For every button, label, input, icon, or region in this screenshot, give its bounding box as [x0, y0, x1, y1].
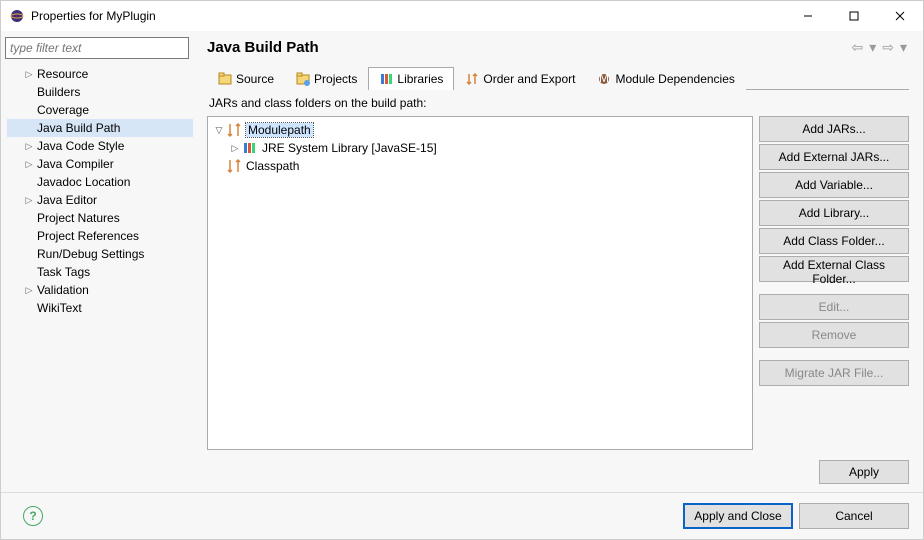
tab[interactable]: Source — [207, 67, 285, 90]
sidebar-item[interactable]: Builders — [7, 83, 193, 101]
sidebar-item-label: Java Build Path — [35, 121, 120, 135]
expand-icon[interactable]: ▷ — [228, 143, 242, 154]
sidebar-item[interactable]: ▷Java Editor — [7, 191, 193, 209]
tab-label: Source — [236, 72, 274, 86]
sidebar-item[interactable]: ▷Java Code Style — [7, 137, 193, 155]
apply-button[interactable]: Apply — [819, 460, 909, 484]
migrate-jar-button: Migrate JAR File... — [759, 360, 909, 386]
sidebar-item-label: Java Compiler — [35, 157, 114, 171]
tab[interactable]: M Module Dependencies — [586, 67, 745, 90]
build-path-tree[interactable]: ▽ Modulepath ▷ JRE System Library [JavaSE-1… — [207, 116, 753, 450]
collapse-icon[interactable]: ▽ — [212, 125, 226, 136]
description-label: JARs and class folders on the build path… — [207, 90, 909, 116]
sidebar-item-label: Builders — [35, 85, 80, 99]
sidebar-item[interactable]: ▷Validation — [7, 281, 193, 299]
dialog-footer: ? Apply and Close Cancel — [1, 492, 923, 539]
path-tree-item-label: JRE System Library [JavaSE-15] — [262, 141, 437, 155]
path-tree-item[interactable]: ▽ Modulepath — [212, 121, 748, 139]
sidebar-item-label: Task Tags — [35, 265, 90, 279]
sidebar-item-label: Project References — [35, 229, 139, 243]
add-jars-button[interactable]: Add JARs... — [759, 116, 909, 142]
tab-label: Libraries — [397, 72, 443, 86]
expand-icon[interactable]: ▷ — [23, 159, 35, 170]
tab[interactable]: Projects — [285, 67, 368, 90]
add-external-jars-button[interactable]: Add External JARs... — [759, 144, 909, 170]
expand-icon[interactable]: ▷ — [23, 141, 35, 152]
nav-back-menu-icon[interactable]: ▾ — [867, 39, 878, 56]
sidebar-item[interactable]: Javadoc Location — [7, 173, 193, 191]
sidebar-item-label: Run/Debug Settings — [35, 247, 144, 261]
sidebar-item[interactable]: Project References — [7, 227, 193, 245]
tab[interactable]: Order and Export — [454, 67, 586, 90]
close-button[interactable] — [877, 1, 923, 31]
minimize-button[interactable] — [785, 1, 831, 31]
expand-icon[interactable]: ▷ — [23, 195, 35, 206]
sidebar-item-label: Java Code Style — [35, 139, 124, 153]
maximize-button[interactable] — [831, 1, 877, 31]
projects-icon — [296, 72, 310, 86]
titlebar: Properties for MyPlugin — [1, 1, 923, 31]
sidebar-item[interactable]: Task Tags — [7, 263, 193, 281]
sidebar-item[interactable]: Project Natures — [7, 209, 193, 227]
sidebar-item-label: Coverage — [35, 103, 89, 117]
add-variable-button[interactable]: Add Variable... — [759, 172, 909, 198]
tab-label: Projects — [314, 72, 357, 86]
properties-dialog: Properties for MyPlugin ▷ResourceBuilder… — [0, 0, 924, 540]
nav-forward-icon[interactable]: ⇨ — [880, 39, 896, 56]
tab-bar: Source Projects Libraries Order and Export M… — [207, 66, 909, 90]
button-column: Add JARs... Add External JARs... Add Var… — [759, 116, 909, 450]
eclipse-icon — [9, 8, 25, 24]
tab[interactable]: Libraries — [368, 67, 454, 90]
cancel-button[interactable]: Cancel — [799, 503, 909, 529]
nav-arrows: ⇦ ▾ ⇨ ▾ — [849, 39, 909, 56]
sidebar-item[interactable]: WikiText — [7, 299, 193, 317]
path-tree-item[interactable]: ▷ JRE System Library [JavaSE-15] — [212, 139, 748, 157]
sidebar-item[interactable]: ▷Resource — [7, 65, 193, 83]
add-library-button[interactable]: Add Library... — [759, 200, 909, 226]
jre-icon — [242, 140, 258, 156]
sidebar-item[interactable]: Coverage — [7, 101, 193, 119]
path-tree-item-label: Classpath — [246, 159, 299, 173]
filter-container — [5, 37, 189, 59]
window-buttons — [785, 1, 923, 31]
order-icon — [465, 72, 479, 86]
tab-label: Module Dependencies — [615, 72, 734, 86]
remove-button: Remove — [759, 322, 909, 348]
sidebar-item-label: Validation — [35, 283, 89, 297]
sidebar-item-label: Project Natures — [35, 211, 120, 225]
filter-input[interactable] — [5, 37, 189, 59]
category-tree[interactable]: ▷ResourceBuildersCoverageJava Build Path… — [1, 65, 193, 317]
add-class-folder-button[interactable]: Add Class Folder... — [759, 228, 909, 254]
expand-icon[interactable]: ▷ — [23, 285, 35, 296]
module-icon: M — [597, 72, 611, 86]
source-icon — [218, 72, 232, 86]
nav-back-icon[interactable]: ⇦ — [849, 39, 865, 56]
path-tree-item-label: Modulepath — [246, 123, 313, 137]
sidebar-item-label: Javadoc Location — [35, 175, 130, 189]
sidebar-item-label: WikiText — [35, 301, 82, 315]
nav-forward-menu-icon[interactable]: ▾ — [898, 39, 909, 56]
sidebar-item[interactable]: Java Build Path — [7, 119, 193, 137]
libraries-icon — [379, 72, 393, 86]
window-title: Properties for MyPlugin — [31, 9, 785, 23]
sidebar-item[interactable]: ▷Java Compiler — [7, 155, 193, 173]
add-external-class-folder-button[interactable]: Add External Class Folder... — [759, 256, 909, 282]
sidebar-item[interactable]: Run/Debug Settings — [7, 245, 193, 263]
sidebar-item-label: Java Editor — [35, 193, 97, 207]
sidebar-item-label: Resource — [35, 67, 88, 81]
apply-and-close-button[interactable]: Apply and Close — [683, 503, 793, 529]
expand-icon[interactable]: ▷ — [23, 69, 35, 80]
tab-label: Order and Export — [483, 72, 575, 86]
sidebar: ▷ResourceBuildersCoverageJava Build Path… — [1, 31, 193, 492]
page-header: Java Build Path ⇦ ▾ ⇨ ▾ — [193, 31, 923, 66]
path-icon — [226, 158, 242, 174]
svg-text:M: M — [599, 72, 609, 85]
path-tree-item[interactable]: Classpath — [212, 157, 748, 175]
page-title: Java Build Path — [207, 39, 319, 56]
edit-button: Edit... — [759, 294, 909, 320]
help-icon[interactable]: ? — [23, 506, 43, 526]
path-icon — [226, 122, 242, 138]
